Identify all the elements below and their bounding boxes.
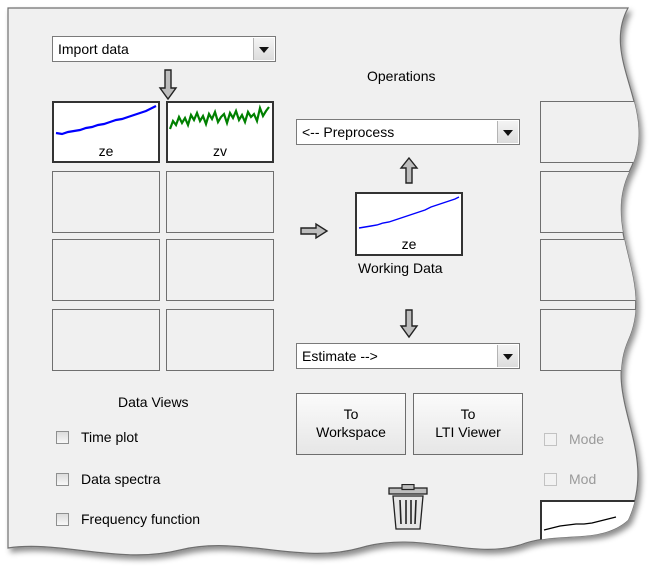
checkbox-label: Mod [569, 471, 597, 487]
import-data-value: Import data [58, 41, 129, 57]
checkbox-box[interactable] [56, 431, 69, 444]
system-identification-panel: Import data ze zv Operations <-- Preproc… [0, 0, 652, 580]
checkbox-box[interactable] [544, 473, 557, 486]
tile-label: ze [98, 143, 114, 159]
chevron-down-icon[interactable] [253, 38, 274, 60]
checkbox-box[interactable] [56, 473, 69, 486]
tile-label: ze [401, 236, 417, 252]
preprocess-value: <-- Preprocess [302, 124, 395, 140]
estimate-value: Estimate --> [302, 348, 378, 364]
checkbox-label: Time plot [81, 429, 139, 445]
estimate-dropdown[interactable]: Estimate --> [296, 343, 520, 369]
right-arrow-icon [299, 222, 329, 240]
working-data-caption: Working Data [358, 260, 443, 276]
data-tile-empty[interactable] [52, 309, 160, 371]
data-tile-ze[interactable]: ze [52, 101, 160, 163]
data-views-title: Data Views [118, 394, 189, 410]
import-data-dropdown[interactable]: Import data [52, 36, 276, 62]
preprocess-dropdown[interactable]: <-- Preprocess [296, 119, 520, 145]
chevron-down-icon[interactable] [497, 345, 518, 367]
checkbox-label: Frequency function [81, 511, 201, 527]
tile-label: zv [213, 143, 227, 159]
button-line: To [343, 406, 359, 422]
down-arrow-icon [399, 308, 419, 340]
data-tile-empty[interactable] [52, 239, 160, 301]
trash-icon[interactable] [385, 484, 433, 530]
up-arrow-icon [399, 156, 419, 186]
data-tile-empty[interactable] [166, 239, 274, 301]
data-tile-zv[interactable]: zv [166, 101, 274, 163]
to-workspace-button[interactable]: To Workspace [296, 393, 406, 455]
checkbox-box[interactable] [544, 433, 557, 446]
checkbox-box[interactable] [56, 513, 69, 526]
to-lti-viewer-button[interactable]: To LTI Viewer [413, 393, 523, 455]
chevron-down-icon[interactable] [497, 121, 518, 143]
checkbox-label: Mode [569, 431, 605, 447]
button-line: LTI Viewer [435, 424, 501, 440]
button-line: Workspace [316, 424, 386, 440]
working-data-tile[interactable]: ze [355, 192, 463, 256]
button-line: To [460, 406, 476, 422]
data-tile-empty[interactable] [166, 171, 274, 233]
data-tile-empty[interactable] [166, 309, 274, 371]
checkbox-label: Data spectra [81, 471, 161, 487]
data-tile-empty[interactable] [52, 171, 160, 233]
model-tile-empty[interactable] [540, 101, 652, 163]
operations-title: Operations [367, 68, 436, 84]
down-arrow-icon [158, 68, 178, 102]
